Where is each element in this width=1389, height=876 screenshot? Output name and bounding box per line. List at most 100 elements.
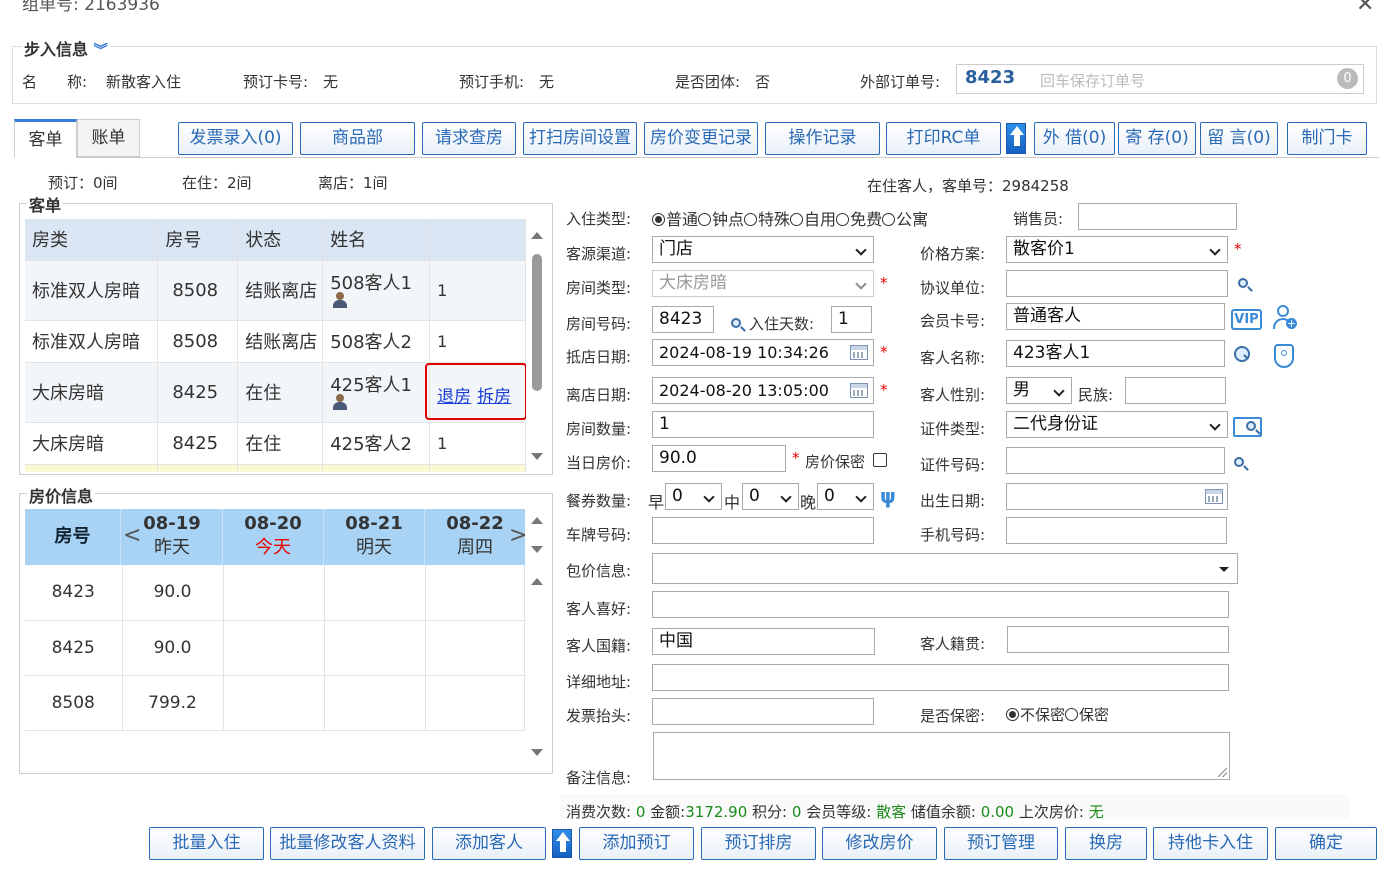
table-row[interactable]: 大床房暗 8425 在住 425客人2 1: [25, 422, 526, 465]
room-check-button[interactable]: 请求查房: [422, 122, 516, 155]
roomtype-select[interactable]: 大床房暗: [652, 270, 874, 297]
person-icon: [333, 393, 348, 410]
pref-input[interactable]: [652, 591, 1229, 618]
resize-handle[interactable]: [1218, 768, 1227, 777]
seller-input[interactable]: [1078, 203, 1237, 230]
print-rc-button[interactable]: 打印RC单: [886, 122, 1001, 155]
addr-input[interactable]: [652, 664, 1229, 691]
search-icon[interactable]: [1238, 278, 1248, 288]
batch-checkin-button[interactable]: 批量入住: [149, 827, 264, 860]
header-scroll-up-icon[interactable]: [531, 517, 543, 524]
arrow-up-icon[interactable]: [1006, 123, 1026, 154]
reservation-assign-button[interactable]: 预订排房: [701, 827, 816, 860]
plan-select[interactable]: 散客价1: [1006, 236, 1228, 263]
row-roomno: 8508: [157, 320, 239, 363]
price-change-log-button[interactable]: 房价变更记录: [644, 122, 758, 155]
table-row[interactable]: 大床房暗 8425 在住 425客人1 退房 拆房: [25, 362, 526, 423]
roomtype-label: 房间类型:: [566, 279, 632, 297]
tab-guest[interactable]: 客单: [14, 119, 77, 158]
search-icon[interactable]: [1234, 457, 1244, 467]
operation-log-button[interactable]: 操作记录: [765, 122, 880, 155]
idtype-select[interactable]: 二代身份证: [1006, 411, 1228, 438]
calendar-icon[interactable]: [850, 383, 868, 398]
birth-input[interactable]: [1006, 483, 1228, 510]
add-guest-button[interactable]: 添加客人: [432, 827, 546, 860]
gender-select[interactable]: 男: [1006, 377, 1072, 404]
calendar-icon[interactable]: [1205, 489, 1223, 504]
change-room-button[interactable]: 换房: [1065, 827, 1147, 860]
member-input[interactable]: 普通客人: [1006, 303, 1225, 330]
modify-price-button[interactable]: 修改房价: [822, 827, 937, 860]
remark-textarea[interactable]: [653, 732, 1230, 780]
batch-edit-guests-button[interactable]: 批量修改客人资料: [270, 827, 425, 860]
guest-scrollbar-thumb[interactable]: [532, 254, 542, 391]
utensils-icon[interactable]: ψ: [880, 484, 896, 508]
source-select[interactable]: 门店: [652, 236, 874, 263]
cleaning-settings-button[interactable]: 打扫房间设置: [523, 122, 637, 155]
secret-price-checkbox[interactable]: [873, 453, 887, 467]
meal-dinner-select[interactable]: 0: [817, 483, 874, 510]
plate-input[interactable]: [652, 517, 874, 544]
add-reservation-button[interactable]: 添加预订: [579, 827, 694, 860]
search-icon[interactable]: [1234, 346, 1250, 362]
guestname-input[interactable]: 423客人1: [1006, 340, 1225, 367]
price-scroll-down-icon[interactable]: [531, 749, 543, 756]
days-label: 入住天数:: [749, 315, 815, 333]
search-icon[interactable]: [731, 318, 741, 328]
count-input[interactable]: 1: [652, 411, 874, 438]
idno-input[interactable]: [1006, 447, 1225, 474]
header-scroll-down-icon[interactable]: [531, 546, 543, 553]
reservation-manage-button[interactable]: 预订管理: [944, 827, 1058, 860]
confirm-button[interactable]: 确定: [1275, 827, 1377, 860]
plate-label: 车牌号码:: [566, 526, 632, 544]
meal-lunch-select[interactable]: 0: [742, 483, 799, 510]
invoice-entry-button[interactable]: 发票录入(0): [178, 122, 293, 155]
price-info-legend: 房价信息: [27, 483, 96, 507]
leave-input[interactable]: 2024-08-20 13:05:00: [652, 377, 874, 404]
arrow-up-icon[interactable]: [552, 829, 572, 858]
other-card-checkin-button[interactable]: 持他卡入住: [1153, 827, 1268, 860]
agreement-label: 协议单位:: [920, 279, 986, 297]
native-input[interactable]: [1007, 626, 1229, 653]
idtype-label: 证件类型:: [920, 420, 986, 438]
vip-icon[interactable]: VIP: [1231, 309, 1262, 330]
tab-bill[interactable]: 账单: [77, 119, 140, 157]
invoice-input[interactable]: [652, 698, 874, 725]
ethnic-input[interactable]: [1125, 377, 1226, 404]
nation-input[interactable]: 中国: [652, 628, 875, 655]
deposit-button[interactable]: 寄 存(0): [1118, 122, 1196, 155]
table-row[interactable]: 标准双人房暗 8508 结账离店 508客人1 1: [25, 260, 526, 321]
add-user-icon[interactable]: +: [1273, 305, 1297, 331]
calendar-icon[interactable]: [850, 345, 868, 360]
days-input[interactable]: 1: [831, 306, 872, 333]
price-scroll-up-icon[interactable]: [531, 578, 543, 585]
roomno-input[interactable]: 8423: [652, 306, 714, 333]
lend-button[interactable]: 外 借(0): [1034, 122, 1115, 155]
goods-button[interactable]: 商品部: [300, 122, 415, 155]
make-key-button[interactable]: 制门卡: [1287, 122, 1367, 155]
checkout-link[interactable]: 退房: [437, 382, 471, 407]
mobile-input[interactable]: [1006, 517, 1227, 544]
checkin-type-radios[interactable]: 普通 钟点 特殊 自用 免费 公寓: [652, 206, 928, 230]
chevron-down-icon[interactable]: ︾: [94, 43, 108, 59]
package-select[interactable]: [652, 553, 1238, 584]
message-button[interactable]: 留 言(0): [1200, 122, 1278, 155]
chevron-down-icon[interactable]: [1219, 567, 1229, 572]
price-input[interactable]: 90.0: [652, 445, 786, 472]
arrive-input[interactable]: 2024-08-19 10:34:26: [652, 339, 874, 366]
id-reader-icon[interactable]: [1233, 417, 1262, 437]
meal-breakfast-select[interactable]: 0: [665, 483, 722, 510]
secret-label: 是否保密:: [920, 707, 986, 725]
close-icon[interactable]: ✕: [1356, 0, 1374, 16]
table-row[interactable]: [25, 464, 526, 472]
agreement-input[interactable]: [1006, 270, 1228, 297]
title-bar: 组单号: 2163936 ✕: [0, 0, 1389, 16]
shield-icon[interactable]: [1274, 344, 1294, 368]
ext-order-field[interactable]: 8423 回车保存订单号 0: [956, 64, 1364, 94]
scroll-up-icon[interactable]: [531, 232, 543, 239]
split-room-link[interactable]: 拆房: [477, 382, 511, 407]
scroll-down-icon[interactable]: [531, 453, 543, 460]
table-row[interactable]: 标准双人房暗 8508 结账离店 508客人2 1: [25, 320, 526, 363]
secret-radios[interactable]: 不保密 保密: [1006, 704, 1109, 725]
ext-order-badge[interactable]: 0: [1337, 68, 1358, 89]
